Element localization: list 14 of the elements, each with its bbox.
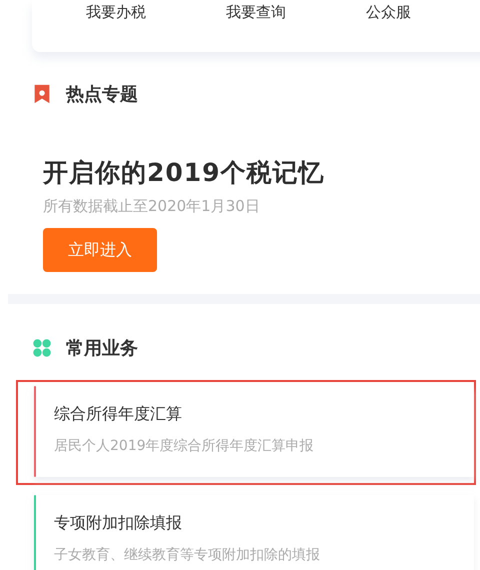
service-subtitle: 子女教育、继续教育等专项附加扣除的填报 <box>54 546 320 564</box>
service-card[interactable]: 综合所得年度汇算 居民个人2019年度综合所得年度汇算申报 <box>16 380 476 485</box>
section-title: 常用业务 <box>66 337 138 360</box>
banner-title: 开启你的2019个税记忆 <box>43 157 326 189</box>
service-title: 综合所得年度汇算 <box>54 404 183 425</box>
grid-icon <box>32 337 52 359</box>
banner-subtitle: 所有数据截止至2020年1月30日 <box>43 197 261 216</box>
nav-item[interactable]: 我要查询 <box>226 3 286 23</box>
bookmark-icon <box>32 83 52 105</box>
nav-item[interactable]: 我要办税 <box>86 3 146 23</box>
service-title: 专项附加扣除填报 <box>54 513 183 534</box>
section-title: 热点专题 <box>66 83 138 106</box>
nav-item[interactable]: 公众服 <box>366 3 411 23</box>
service-subtitle: 居民个人2019年度综合所得年度汇算申报 <box>54 437 314 455</box>
